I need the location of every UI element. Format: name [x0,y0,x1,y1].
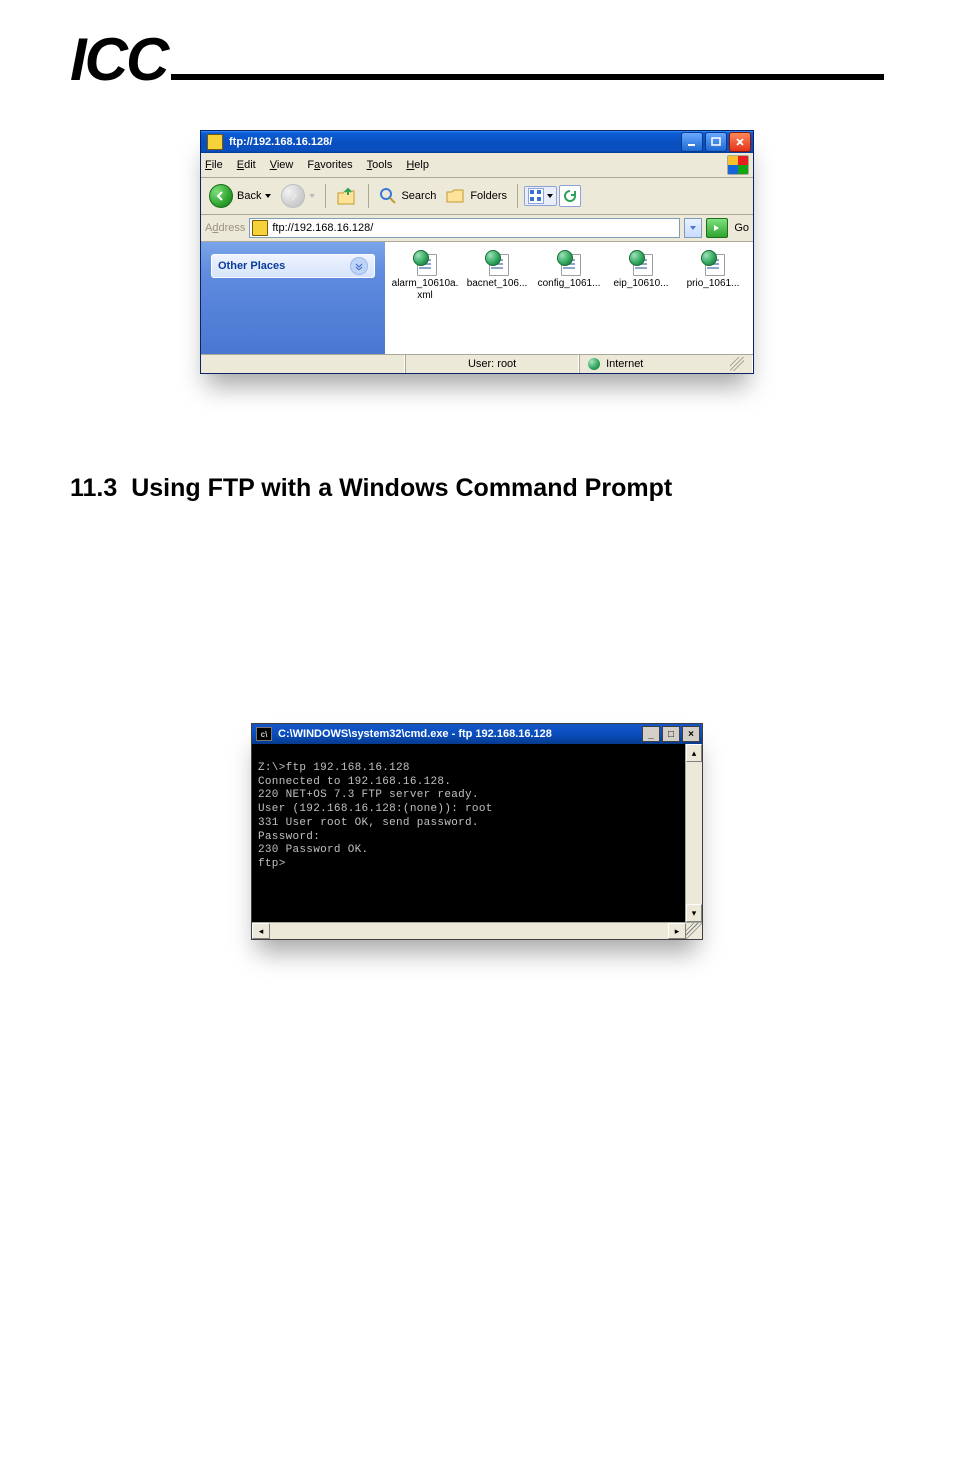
back-label: Back [237,190,261,202]
scroll-right-button[interactable]: ▸ [668,923,686,939]
views-icon [528,188,544,204]
address-value: ftp://192.168.16.128/ [272,222,373,234]
scroll-down-button[interactable]: ▾ [686,904,702,922]
menu-edit[interactable]: Edit [237,159,256,171]
expand-icon [350,257,368,275]
up-folder-button[interactable] [332,184,362,208]
forward-dropdown-icon [309,194,315,198]
brand-logo: ICC [70,30,167,90]
cmd-icon: c\ [256,727,272,741]
file-label: config_1061... [535,278,603,290]
xml-file-icon [699,250,727,274]
file-label: eip_10610... [607,278,675,290]
minimize-button[interactable] [681,132,703,152]
sidebar: Other Places [201,242,385,354]
refresh-icon [563,189,577,203]
close-button[interactable] [729,132,751,152]
folders-label: Folders [470,190,507,202]
address-icon [252,220,268,236]
menu-file[interactable]: File [205,159,223,171]
forward-button [277,182,319,210]
menu-favorites[interactable]: Favorites [307,159,352,171]
views-button[interactable] [524,186,557,206]
section-title: Using FTP with a Windows Command Prompt [131,474,672,502]
file-list[interactable]: alarm_10610a.xml bacnet_106... config_10… [385,242,753,354]
cmd-maximize-button[interactable]: □ [662,726,680,742]
header-rule [171,74,884,80]
back-dropdown-icon [265,194,271,198]
scroll-up-button[interactable]: ▴ [686,744,702,762]
search-button[interactable]: Search [375,185,440,207]
scroll-left-button[interactable]: ◂ [252,923,270,939]
horizontal-scrollbar[interactable]: ◂ ▸ [252,922,702,939]
cmd-title-text: C:\WINDOWS\system32\cmd.exe - ftp 192.16… [278,728,552,740]
address-dropdown[interactable] [684,218,702,238]
cmd-window: c\ C:\WINDOWS\system32\cmd.exe - ftp 192… [251,723,703,940]
go-button[interactable] [706,218,728,238]
file-label: prio_1061... [679,278,747,290]
back-arrow-icon [209,184,233,208]
section-heading: 11.3 Using FTP with a Windows Command Pr… [70,474,884,503]
scroll-track[interactable] [270,923,668,939]
file-label: alarm_10610a.xml [391,278,459,302]
cmd-close-button[interactable]: × [682,726,700,742]
go-label: Go [734,222,749,234]
folders-icon [446,187,466,205]
address-label: Address [205,222,245,234]
file-item[interactable]: eip_10610... [607,250,675,354]
status-user: User: root [468,358,516,370]
globe-icon [588,358,600,370]
views-dropdown-icon [547,194,553,198]
chevron-down-icon [690,226,696,230]
forward-arrow-icon [281,184,305,208]
page-header: ICC [70,30,884,90]
xml-file-icon [411,250,439,274]
back-button[interactable]: Back [205,182,275,210]
status-bar: User: root Internet [201,354,753,373]
resize-grip-icon[interactable] [730,357,744,371]
cmd-minimize-button[interactable]: _ [642,726,660,742]
menu-tools[interactable]: Tools [367,159,393,171]
scroll-track[interactable] [686,762,702,904]
file-item[interactable]: config_1061... [535,250,603,354]
xml-file-icon [627,250,655,274]
window-title: ftp://192.168.16.128/ [229,136,332,148]
go-arrow-icon [712,223,722,233]
file-label: bacnet_106... [463,278,531,290]
maximize-button[interactable] [705,132,727,152]
ftp-explorer-window: ftp://192.168.16.128/ File Edit View Fav… [200,130,754,374]
address-bar: Address ftp://192.168.16.128/ Go [201,215,753,242]
xml-file-icon [555,250,583,274]
search-icon [379,187,397,205]
folders-button[interactable]: Folders [442,185,511,207]
sidebar-panel-other-places[interactable]: Other Places [211,254,375,278]
cmd-titlebar[interactable]: c\ C:\WINDOWS\system32\cmd.exe - ftp 192… [252,724,702,744]
file-item[interactable]: alarm_10610a.xml [391,250,459,354]
titlebar[interactable]: ftp://192.168.16.128/ [201,131,753,153]
cmd-output[interactable]: Z:\>ftp 192.168.16.128 Connected to 192.… [252,744,685,922]
vertical-scrollbar[interactable]: ▴ ▾ [685,744,702,922]
section-number: 11.3 [70,474,117,502]
status-cell-zone: Internet [579,355,753,373]
refresh-button[interactable] [559,185,581,207]
xml-file-icon [483,250,511,274]
other-places-label: Other Places [218,260,285,272]
menu-view[interactable]: View [270,159,294,171]
file-item[interactable]: bacnet_106... [463,250,531,354]
window-icon [207,134,223,150]
status-cell-empty [201,355,405,373]
file-item[interactable]: prio_1061... [679,250,747,354]
status-zone: Internet [606,358,643,370]
menubar: File Edit View Favorites Tools Help [201,153,753,178]
toolbar: Back Sear [201,178,753,215]
windows-flag-icon [727,155,749,175]
menu-help[interactable]: Help [406,159,429,171]
address-input[interactable]: ftp://192.168.16.128/ [249,218,680,238]
status-cell-user: User: root [405,355,579,373]
search-label: Search [401,190,436,202]
resize-grip-icon[interactable] [686,923,702,939]
